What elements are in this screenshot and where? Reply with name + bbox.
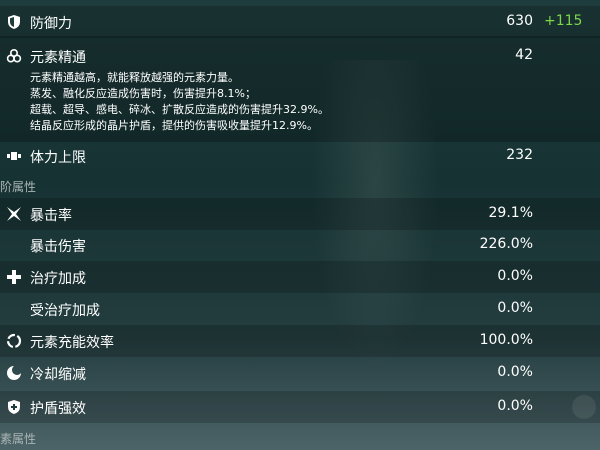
stat-value: 232 bbox=[506, 147, 533, 163]
stat-value: 0.0% bbox=[497, 398, 533, 414]
stat-value: 630 bbox=[506, 13, 533, 29]
section-header-elemental: 元素属性 bbox=[0, 432, 37, 446]
stat-row-shield-strength: 护盾强效 0.0% bbox=[0, 391, 600, 423]
em-icon bbox=[6, 48, 22, 63]
shield-icon bbox=[8, 15, 20, 29]
stat-row-defense: 防御力 630 +115 bbox=[0, 6, 600, 38]
stat-value: 100.0% bbox=[479, 332, 533, 348]
stat-label: 冷却缩减 bbox=[30, 367, 86, 383]
stat-label: 防御力 bbox=[30, 16, 72, 32]
stat-label: 暴击率 bbox=[30, 208, 72, 224]
stat-row-crit-dmg: 暴击伤害 226.0% bbox=[0, 229, 600, 261]
stat-value: 29.1% bbox=[488, 205, 533, 221]
stat-row-incoming-healing: 受治疗加成 0.0% bbox=[0, 293, 600, 325]
em-desc-line: 超载、超导、感电、碎冰、扩散反应造成的伤害提升32.9%。 bbox=[30, 103, 329, 116]
em-desc-line: 元素精通越高，就能释放越强的元素力量。 bbox=[30, 71, 239, 84]
stat-row-crit-rate: 暴击率 29.1% bbox=[0, 198, 600, 230]
stat-label: 治疗加成 bbox=[30, 271, 86, 287]
stamina-icon bbox=[7, 152, 21, 160]
stat-row-healing-bonus: 治疗加成 0.0% bbox=[0, 261, 600, 293]
stat-label: 体力上限 bbox=[30, 150, 86, 166]
stat-row-cooldown-reduction: 冷却缩减 0.0% bbox=[0, 357, 600, 389]
energy-icon bbox=[6, 333, 22, 349]
stat-row-stamina: 体力上限 232 bbox=[0, 140, 600, 172]
stat-label: 护盾强效 bbox=[30, 401, 86, 417]
stat-label: 暴击伤害 bbox=[30, 239, 86, 255]
crit-icon bbox=[7, 207, 21, 221]
stat-label: 元素充能效率 bbox=[30, 335, 114, 351]
em-desc-line: 结晶反应形成的晶片护盾，提供的伤害吸收量提升12.9%。 bbox=[30, 119, 318, 132]
background-emblem-icon bbox=[572, 395, 596, 419]
em-description: 元素精通越高，就能释放越强的元素力量。 蒸发、融化反应造成伤害时，伤害提升8.1… bbox=[30, 70, 329, 134]
stat-value: 0.0% bbox=[497, 268, 533, 284]
stat-label: 元素精通 bbox=[30, 50, 86, 66]
stat-value: 226.0% bbox=[479, 236, 533, 252]
stat-row-elemental-mastery[interactable]: 元素精通 42 bbox=[0, 40, 600, 72]
healing-icon bbox=[7, 270, 21, 284]
stat-value: 0.0% bbox=[497, 364, 533, 380]
shield-strength-icon bbox=[8, 400, 20, 414]
stat-value: 42 bbox=[515, 47, 533, 63]
stat-bonus: +115 bbox=[544, 13, 583, 29]
em-desc-line: 蒸发、融化反应造成伤害时，伤害提升8.1%； bbox=[30, 87, 256, 100]
stat-value: 0.0% bbox=[497, 300, 533, 316]
section-header-advanced: 进阶属性 bbox=[0, 180, 37, 194]
stat-label: 受治疗加成 bbox=[30, 303, 100, 319]
stat-row-energy-recharge: 元素充能效率 100.0% bbox=[0, 325, 600, 357]
cooldown-icon bbox=[7, 366, 21, 380]
